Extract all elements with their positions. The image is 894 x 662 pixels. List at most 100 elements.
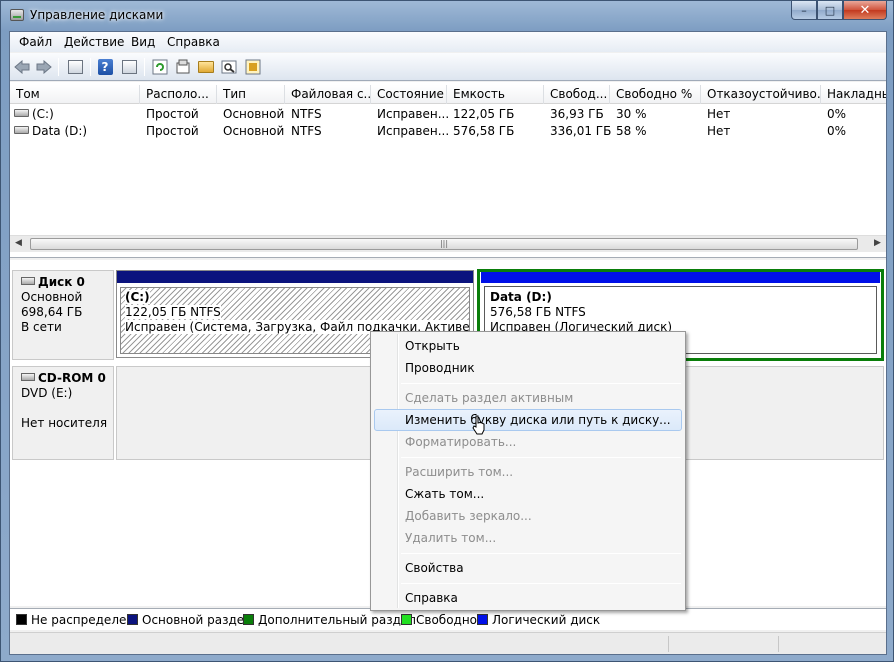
legend-unallocated: Не распределен	[16, 613, 134, 627]
scroll-left-icon[interactable]: ◀	[15, 238, 22, 248]
disk-0-name: Диск 0	[38, 275, 85, 289]
volume-name: (C:)	[32, 107, 54, 121]
table-row[interactable]: (C:) Простой Основной NTFS Исправен... 1…	[10, 106, 886, 123]
status-bar	[10, 632, 886, 654]
back-icon[interactable]	[13, 58, 31, 76]
legend-extended: Дополнительный раздел	[243, 613, 416, 627]
volume-list-header: Том Располо... Тип Файловая с... Состоян…	[10, 85, 886, 104]
title-bar[interactable]: Управление дисками – □ ✕	[1, 1, 893, 31]
ctx-extend[interactable]: Расширить том...	[405, 465, 513, 479]
ctx-open[interactable]: Открыть	[405, 339, 460, 353]
col-capacity[interactable]: Емкость	[447, 85, 544, 104]
free-cell: 36,93 ГБ	[550, 107, 604, 121]
horizontal-scrollbar[interactable]: ◀ ||| ▶	[10, 235, 886, 252]
properties-icon[interactable]	[120, 58, 138, 76]
partition-c-size: 122,05 ГБ NTFS	[125, 305, 221, 319]
logical-drive-band	[481, 272, 880, 283]
cdrom-icon	[21, 373, 35, 381]
menu-help[interactable]: Справка	[167, 35, 220, 49]
open-folder-icon[interactable]	[197, 58, 215, 76]
volume-list: Том Располо... Тип Файловая с... Состоян…	[10, 82, 886, 258]
volume-name: Data (D:)	[32, 124, 88, 138]
col-volume[interactable]: Том	[10, 85, 140, 104]
volume-name-cell: (C:)	[14, 107, 54, 121]
ctx-shrink[interactable]: Сжать том...	[405, 487, 484, 501]
forward-icon[interactable]	[35, 58, 53, 76]
disk-0-label[interactable]: Диск 0 Основной 698,64 ГБ В сети	[12, 270, 114, 360]
fault-tolerance-cell: Нет	[707, 124, 731, 138]
menu-view[interactable]: Вид	[131, 35, 155, 49]
export-icon[interactable]	[174, 58, 192, 76]
free-cell: 336,01 ГБ	[550, 124, 612, 138]
menu-action[interactable]: Действие	[64, 35, 124, 49]
col-overhead[interactable]: Накладны...	[821, 85, 886, 104]
cdrom-0-name: CD-ROM 0	[38, 371, 106, 385]
col-layout[interactable]: Располо...	[140, 85, 217, 104]
filesystem-cell: NTFS	[291, 107, 322, 121]
disk-management-icon	[10, 9, 24, 21]
partition-c-name: (C:)	[125, 290, 150, 304]
col-type[interactable]: Тип	[217, 85, 285, 104]
ctx-format[interactable]: Форматировать...	[405, 435, 516, 449]
ctx-make-active[interactable]: Сделать раздел активным	[405, 391, 573, 405]
overhead-cell: 0%	[827, 124, 847, 138]
legend-logical: Логический диск	[477, 613, 600, 627]
partition-d-name: Data (D:)	[490, 290, 552, 304]
menu-bar: Файл Действие Вид Справка	[10, 32, 886, 52]
layout-cell: Простой	[146, 124, 199, 138]
toolbar: ?	[10, 53, 886, 81]
ctx-help[interactable]: Справка	[405, 591, 458, 605]
legend: Не распределен Основной раздел Дополните…	[10, 608, 886, 630]
capacity-cell: 122,05 ГБ	[453, 107, 515, 121]
capacity-cell: 576,58 ГБ	[453, 124, 515, 138]
console-tree-icon[interactable]	[66, 58, 84, 76]
cdrom-0-drive: DVD (E:)	[21, 386, 73, 400]
layout-cell: Простой	[146, 107, 199, 121]
col-free-percent[interactable]: Свободно %	[610, 85, 701, 104]
minimize-button[interactable]: –	[791, 1, 817, 20]
refresh-icon[interactable]	[151, 58, 169, 76]
mouse-cursor-icon	[472, 415, 485, 435]
type-cell: Основной	[223, 124, 285, 138]
disk-0-status: В сети	[21, 320, 62, 334]
scroll-right-icon[interactable]: ▶	[874, 238, 881, 248]
help-icon[interactable]: ?	[96, 58, 114, 76]
settings-icon[interactable]	[244, 58, 262, 76]
type-cell: Основной	[223, 107, 285, 121]
disk-icon	[21, 277, 35, 285]
volume-name-cell: Data (D:)	[14, 124, 87, 138]
ctx-add-mirror[interactable]: Добавить зеркало...	[405, 509, 532, 523]
ctx-delete[interactable]: Удалить том...	[405, 531, 496, 545]
context-menu: Открыть Проводник Сделать раздел активны…	[370, 331, 686, 611]
filesystem-cell: NTFS	[291, 124, 322, 138]
drive-icon	[14, 126, 29, 134]
primary-partition-band	[117, 271, 473, 283]
ctx-properties[interactable]: Свойства	[405, 561, 464, 575]
ctx-explorer[interactable]: Проводник	[405, 361, 475, 375]
search-icon[interactable]	[220, 58, 238, 76]
legend-free: Свободно	[401, 613, 477, 627]
col-fault-tolerance[interactable]: Отказоустойчиво...	[701, 85, 821, 104]
col-status[interactable]: Состояние	[371, 85, 447, 104]
window-title: Управление дисками	[30, 8, 164, 22]
cdrom-0-status: Нет носителя	[21, 416, 108, 430]
table-row[interactable]: Data (D:) Простой Основной NTFS Исправен…	[10, 123, 886, 140]
ctx-change-letter[interactable]: Изменить букву диска или путь к диску...	[405, 413, 671, 427]
status-cell: Исправен...	[377, 124, 450, 138]
col-filesystem[interactable]: Файловая с...	[285, 85, 371, 104]
overhead-cell: 0%	[827, 107, 847, 121]
free-percent-cell: 30 %	[616, 107, 647, 121]
free-percent-cell: 58 %	[616, 124, 647, 138]
close-button[interactable]: ✕	[843, 1, 887, 20]
col-free[interactable]: Свобод...	[544, 85, 610, 104]
legend-primary: Основной раздел	[127, 613, 252, 627]
disk-0-type: Основной	[21, 290, 83, 304]
partition-d-size: 576,58 ГБ NTFS	[490, 305, 586, 319]
menu-file[interactable]: Файл	[19, 35, 52, 49]
cdrom-0-label[interactable]: CD-ROM 0 DVD (E:) Нет носителя	[12, 366, 114, 460]
drive-icon	[14, 109, 29, 117]
scroll-thumb[interactable]: |||	[30, 238, 858, 250]
caption-buttons: – □ ✕	[791, 1, 887, 21]
maximize-button[interactable]: □	[817, 1, 843, 20]
fault-tolerance-cell: Нет	[707, 107, 731, 121]
